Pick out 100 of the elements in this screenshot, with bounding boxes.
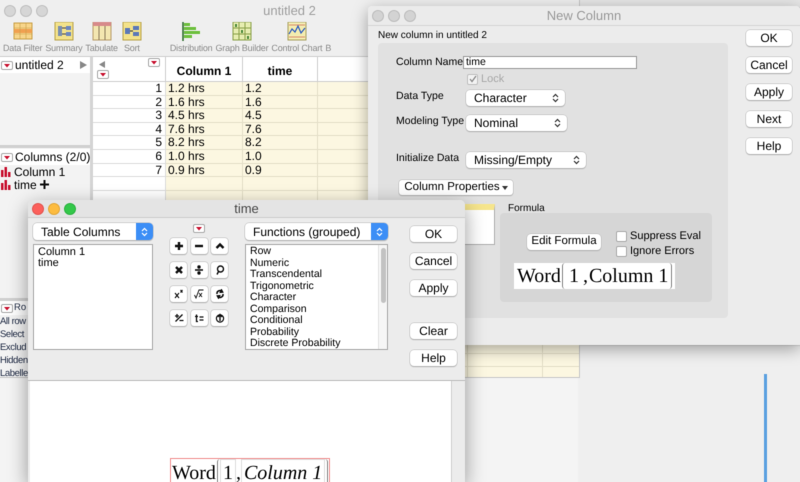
- operator-button[interactable]: [190, 286, 208, 302]
- operator-button[interactable]: [190, 310, 208, 326]
- field-label: Initialize Data: [396, 152, 460, 165]
- minimize-button[interactable]: [20, 5, 32, 17]
- dropdown-button[interactable]: [1, 60, 13, 70]
- list-item[interactable]: Character: [250, 292, 296, 304]
- zoom-button[interactable]: [404, 10, 416, 22]
- zoom-button[interactable]: [64, 202, 76, 214]
- menu-button[interactable]: Column Properties: [399, 180, 513, 195]
- operator-button[interactable]: [170, 310, 187, 326]
- operator-button[interactable]: [211, 238, 228, 254]
- button[interactable]: OK: [410, 226, 457, 242]
- operator-button[interactable]: [170, 238, 187, 254]
- list-item[interactable]: Row: [250, 246, 272, 258]
- updown-arrows-icon: [376, 226, 383, 236]
- list-item[interactable]: Column 1: [38, 247, 86, 258]
- list-item[interactable]: Conditional: [250, 315, 303, 326]
- table-cell[interactable]: [243, 177, 318, 191]
- right-arrow-icon[interactable]: [80, 61, 87, 69]
- list-item[interactable]: time: [38, 258, 59, 269]
- table-cell[interactable]: 0.9: [243, 164, 318, 178]
- checkbox[interactable]: [616, 246, 627, 256]
- field-label: Data Type: [396, 90, 445, 103]
- table-cell[interactable]: 8.2: [243, 136, 318, 150]
- dropdown[interactable]: Character: [466, 90, 565, 106]
- table-cell[interactable]: [468, 354, 543, 368]
- operator-button[interactable]: [190, 262, 208, 278]
- close-button[interactable]: [32, 202, 44, 214]
- dropdown[interactable]: Nominal: [466, 115, 567, 131]
- panel-title: Ro: [14, 300, 26, 315]
- button[interactable]: OK: [746, 30, 792, 46]
- list-item[interactable]: Numeric: [250, 258, 290, 269]
- checkbox[interactable]: [616, 230, 627, 242]
- left-arrow-icon[interactable]: [99, 61, 105, 68]
- row-state-label: All row: [0, 315, 26, 328]
- plus-icon: [174, 241, 184, 251]
- operator-button[interactable]: [190, 238, 208, 254]
- list-item[interactable]: Transcendental: [250, 269, 322, 280]
- checkbox-label: Lock: [481, 72, 504, 87]
- button[interactable]: Help: [410, 350, 457, 366]
- table-cell[interactable]: 4.5 hrs: [166, 109, 243, 123]
- dropdown-button[interactable]: [1, 304, 13, 312]
- operator-button[interactable]: [211, 310, 228, 326]
- table-cell[interactable]: 8.2 hrs: [166, 136, 243, 150]
- table-cell[interactable]: 1.6: [243, 96, 318, 110]
- minimize-button[interactable]: [48, 202, 60, 214]
- updown-arrows-icon: [552, 93, 559, 103]
- table-cell[interactable]: 0.9 hrs: [166, 164, 243, 178]
- table-cell[interactable]: 1.2: [243, 82, 318, 96]
- table-cell[interactable]: 4.5: [243, 109, 318, 123]
- list-item[interactable]: Probability: [250, 326, 300, 338]
- dialog-subtitle: New column in untitled 2: [378, 29, 487, 43]
- button[interactable]: Clear: [410, 323, 457, 339]
- arrow-up-icon: [214, 313, 225, 323]
- button[interactable]: Edit Formula: [527, 234, 601, 250]
- table-cell[interactable]: 1.0 hrs: [166, 150, 243, 164]
- table-cell[interactable]: 7.6 hrs: [166, 122, 243, 136]
- rotate-icon: [214, 289, 225, 299]
- button[interactable]: Cancel: [746, 57, 792, 73]
- column-header[interactable]: time: [243, 57, 318, 81]
- formula-editor[interactable]: Word 1,Column 1: [30, 381, 452, 482]
- list-item[interactable]: Comparison: [250, 304, 307, 315]
- operator-button[interactable]: [211, 262, 228, 278]
- minimize-button[interactable]: [388, 10, 400, 22]
- list-item[interactable]: Discrete Probability: [250, 338, 340, 350]
- table-cell[interactable]: 1.6 hrs: [166, 96, 243, 110]
- dropdown[interactable]: Missing/Empty: [466, 152, 586, 168]
- table-cell[interactable]: 7.6: [243, 122, 318, 136]
- close-button[interactable]: [4, 5, 16, 17]
- operator-button[interactable]: [170, 262, 187, 278]
- text-field[interactable]: time: [463, 56, 637, 69]
- list-item[interactable]: Trigonometric: [250, 280, 314, 292]
- button[interactable]: Apply: [746, 84, 792, 100]
- operator-button[interactable]: [170, 286, 187, 302]
- scrollbar-thumb[interactable]: [380, 248, 386, 303]
- column-header[interactable]: Column 1: [166, 57, 243, 81]
- dropdown[interactable]: Table Columns: [33, 223, 153, 240]
- dropdown-button[interactable]: [148, 58, 160, 67]
- section-title: Formula: [507, 204, 545, 213]
- dropdown-button[interactable]: [1, 152, 13, 162]
- close-button[interactable]: [372, 10, 384, 22]
- button[interactable]: Next: [746, 111, 792, 127]
- checkbox-label: Ignore Errors: [630, 244, 694, 259]
- zoom-button[interactable]: [36, 5, 48, 17]
- table-cell[interactable]: [166, 177, 243, 191]
- table-cell[interactable]: [468, 367, 543, 377]
- operator-button[interactable]: [211, 286, 228, 302]
- table-cell[interactable]: 1.0: [243, 150, 318, 164]
- button[interactable]: Help: [746, 138, 792, 154]
- table-icon: [90, 20, 113, 42]
- dropdown-button[interactable]: [97, 70, 109, 79]
- button[interactable]: Cancel: [410, 253, 457, 269]
- dropdown[interactable]: Functions (grouped): [245, 223, 388, 240]
- row-state-label: Labelle: [0, 367, 28, 377]
- button[interactable]: Apply: [410, 280, 457, 296]
- table-cell[interactable]: 1.2 hrs: [166, 82, 243, 96]
- formula[interactable]: Word 1,Column 1: [170, 458, 330, 482]
- dropdown-button[interactable]: [193, 224, 205, 233]
- grid-icon: [230, 20, 253, 42]
- bar-chart-icon: [1, 180, 11, 190]
